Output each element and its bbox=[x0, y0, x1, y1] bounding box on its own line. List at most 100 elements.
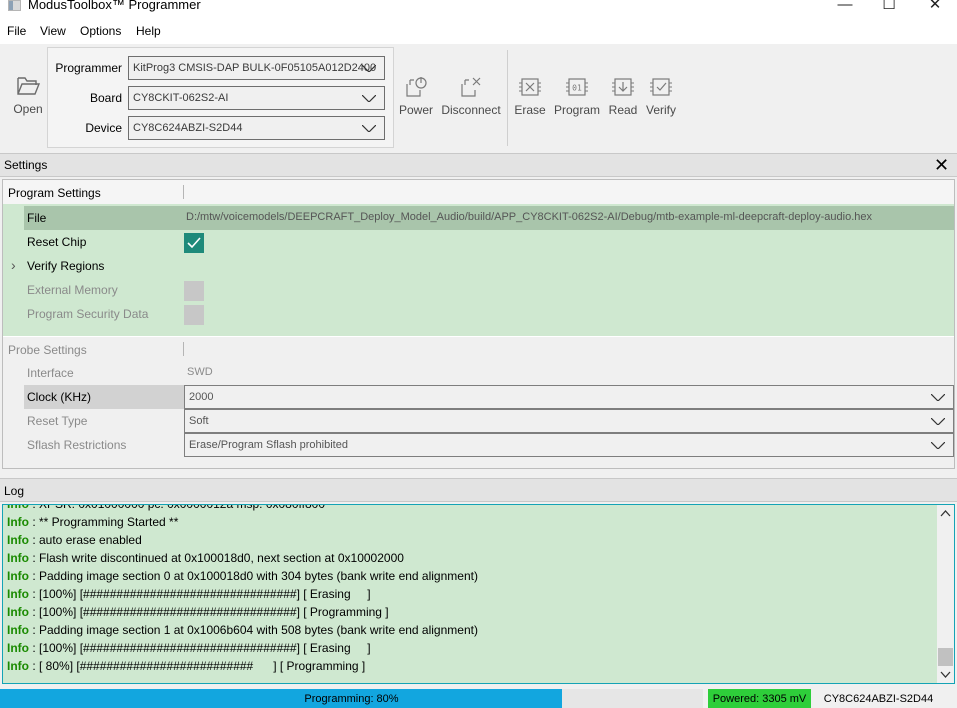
probe-settings-header: Probe Settings bbox=[3, 337, 954, 361]
programmer-label: Programmer bbox=[55, 61, 122, 75]
log-message: : [ 80%] [########################## ] [… bbox=[29, 659, 366, 673]
checkmark-icon bbox=[187, 237, 201, 249]
program-settings-section: Program Settings File D:/mtw/voicemodels… bbox=[3, 180, 954, 336]
log-line: Info : auto erase enabled bbox=[7, 531, 932, 549]
sflash-row: Sflash Restrictions Erase/Program Sflash… bbox=[3, 433, 954, 457]
program-chip-icon: 01 bbox=[566, 78, 588, 96]
verify-regions-row[interactable]: › Verify Regions bbox=[3, 254, 954, 278]
chevron-down-icon[interactable] bbox=[940, 669, 951, 680]
disconnect-icon bbox=[461, 77, 481, 97]
close-window-button[interactable]: ✕ bbox=[912, 0, 957, 16]
device-select[interactable]: CY8C624ABZI-S2D44 bbox=[128, 116, 385, 140]
programmer-select[interactable]: KitProg3 CMSIS-DAP BULK-0F05105A012D2400 bbox=[128, 56, 385, 80]
program-security-label: Program Security Data bbox=[27, 307, 149, 321]
log-line: Info : Flash write discontinued at 0x100… bbox=[7, 549, 932, 567]
reset-type-select[interactable]: Soft bbox=[184, 409, 954, 433]
external-memory-checkbox[interactable] bbox=[184, 281, 204, 301]
log-level-tag: Info bbox=[7, 659, 29, 673]
chevron-down-icon bbox=[931, 394, 945, 401]
device-status: CY8C624ABZI-S2D44 bbox=[823, 693, 934, 705]
column-separator bbox=[183, 342, 184, 356]
board-value: CY8CKIT-062S2-AI bbox=[133, 92, 229, 104]
board-label: Board bbox=[89, 91, 122, 105]
probe-settings-title: Probe Settings bbox=[8, 343, 87, 357]
clock-select[interactable]: 2000 bbox=[184, 385, 954, 409]
log-message: : [100%] [##############################… bbox=[29, 641, 371, 655]
app-icon bbox=[8, 0, 21, 11]
log-level-tag: Info bbox=[7, 533, 29, 547]
chevron-up-icon[interactable] bbox=[940, 508, 951, 519]
reset-chip-checkbox[interactable] bbox=[184, 233, 204, 253]
program-security-row: Program Security Data bbox=[3, 302, 954, 326]
verify-button[interactable]: Verify bbox=[644, 76, 678, 117]
minimize-button[interactable]: — bbox=[822, 0, 868, 16]
log-message: : auto erase enabled bbox=[29, 533, 142, 547]
menu-view[interactable]: View bbox=[40, 24, 66, 38]
chevron-down-icon bbox=[931, 418, 945, 425]
log-message: : ** Programming Started ** bbox=[29, 515, 179, 529]
chevron-down-icon bbox=[931, 442, 945, 449]
log-message: : Padding image section 0 at 0x100018d0 … bbox=[29, 569, 478, 583]
power-button[interactable]: Power bbox=[398, 76, 434, 117]
settings-close-icon[interactable]: ✕ bbox=[934, 156, 949, 174]
menu-help[interactable]: Help bbox=[136, 24, 161, 38]
disconnect-label: Disconnect bbox=[441, 103, 501, 117]
verify-regions-label: Verify Regions bbox=[27, 259, 105, 273]
scroll-thumb[interactable] bbox=[938, 648, 953, 666]
read-button[interactable]: Read bbox=[607, 76, 639, 117]
external-memory-row: External Memory bbox=[3, 278, 954, 302]
progress-text: Programming: 80% bbox=[304, 693, 399, 705]
open-label: Open bbox=[13, 102, 43, 116]
program-settings-title: Program Settings bbox=[8, 186, 101, 200]
connection-group: Programmer KitProg3 CMSIS-DAP BULK-0F051… bbox=[47, 47, 394, 148]
board-select[interactable]: CY8CKIT-062S2-AI bbox=[128, 86, 385, 110]
log-output[interactable]: Info : XPSR: 0x01000000 pc: 0x0000012a m… bbox=[2, 504, 955, 684]
log-line: Info : [100%] [#########################… bbox=[7, 639, 932, 657]
reset-chip-row: Reset Chip bbox=[3, 230, 954, 254]
menu-bar: File View Options Help bbox=[0, 18, 957, 44]
log-lines: Info : XPSR: 0x01000000 pc: 0x0000012a m… bbox=[7, 504, 932, 675]
program-security-checkbox[interactable] bbox=[184, 305, 204, 325]
log-title: Log bbox=[4, 484, 25, 498]
log-level-tag: Info bbox=[7, 641, 29, 655]
log-scrollbar[interactable] bbox=[937, 505, 954, 683]
settings-panel: Program Settings File D:/mtw/voicemodels… bbox=[2, 179, 955, 469]
erase-button[interactable]: Erase bbox=[513, 76, 547, 117]
log-message: : XPSR: 0x01000000 pc: 0x0000012a msp: 0… bbox=[29, 504, 325, 511]
program-button[interactable]: 01 Program bbox=[553, 76, 601, 117]
sflash-select[interactable]: Erase/Program Sflash prohibited bbox=[184, 433, 954, 457]
open-button[interactable]: Open bbox=[9, 74, 47, 116]
log-line: Info : XPSR: 0x01000000 pc: 0x0000012a m… bbox=[7, 504, 932, 513]
chevron-down-icon bbox=[362, 65, 376, 72]
log-header: Log bbox=[0, 478, 957, 502]
maximize-button[interactable]: ☐ bbox=[866, 0, 912, 16]
interface-label: Interface bbox=[27, 366, 74, 380]
power-label: Power bbox=[398, 103, 433, 117]
log-level-tag: Info bbox=[7, 623, 29, 637]
disconnect-button[interactable]: Disconnect bbox=[440, 76, 502, 117]
log-message: : [100%] [##############################… bbox=[29, 587, 371, 601]
progress-bar: Programming: 80% bbox=[0, 689, 703, 708]
sflash-value: Erase/Program Sflash prohibited bbox=[189, 439, 348, 451]
erase-label: Erase bbox=[514, 103, 546, 117]
chevron-right-icon[interactable]: › bbox=[11, 257, 16, 273]
reset-type-label: Reset Type bbox=[27, 414, 88, 428]
log-level-tag: Info bbox=[7, 504, 29, 511]
programmer-value: KitProg3 CMSIS-DAP BULK-0F05105A012D2400 bbox=[133, 62, 377, 74]
file-label: File bbox=[27, 211, 47, 225]
log-level-tag: Info bbox=[7, 551, 29, 565]
program-settings-header: Program Settings bbox=[3, 180, 954, 204]
file-row[interactable]: File D:/mtw/voicemodels/DEEPCRAFT_Deploy… bbox=[24, 206, 954, 230]
log-level-tag: Info bbox=[7, 569, 29, 583]
verify-label: Verify bbox=[645, 103, 676, 117]
menu-file[interactable]: File bbox=[7, 24, 26, 38]
log-line: Info : [100%] [#########################… bbox=[7, 585, 932, 603]
toolbar-separator bbox=[507, 50, 508, 146]
reset-type-value: Soft bbox=[189, 415, 209, 427]
device-value: CY8C624ABZI-S2D44 bbox=[133, 122, 243, 134]
menu-options[interactable]: Options bbox=[80, 24, 121, 38]
program-label: Program bbox=[553, 103, 600, 117]
power-icon bbox=[406, 77, 427, 97]
column-separator bbox=[183, 185, 184, 199]
read-label: Read bbox=[608, 103, 638, 117]
